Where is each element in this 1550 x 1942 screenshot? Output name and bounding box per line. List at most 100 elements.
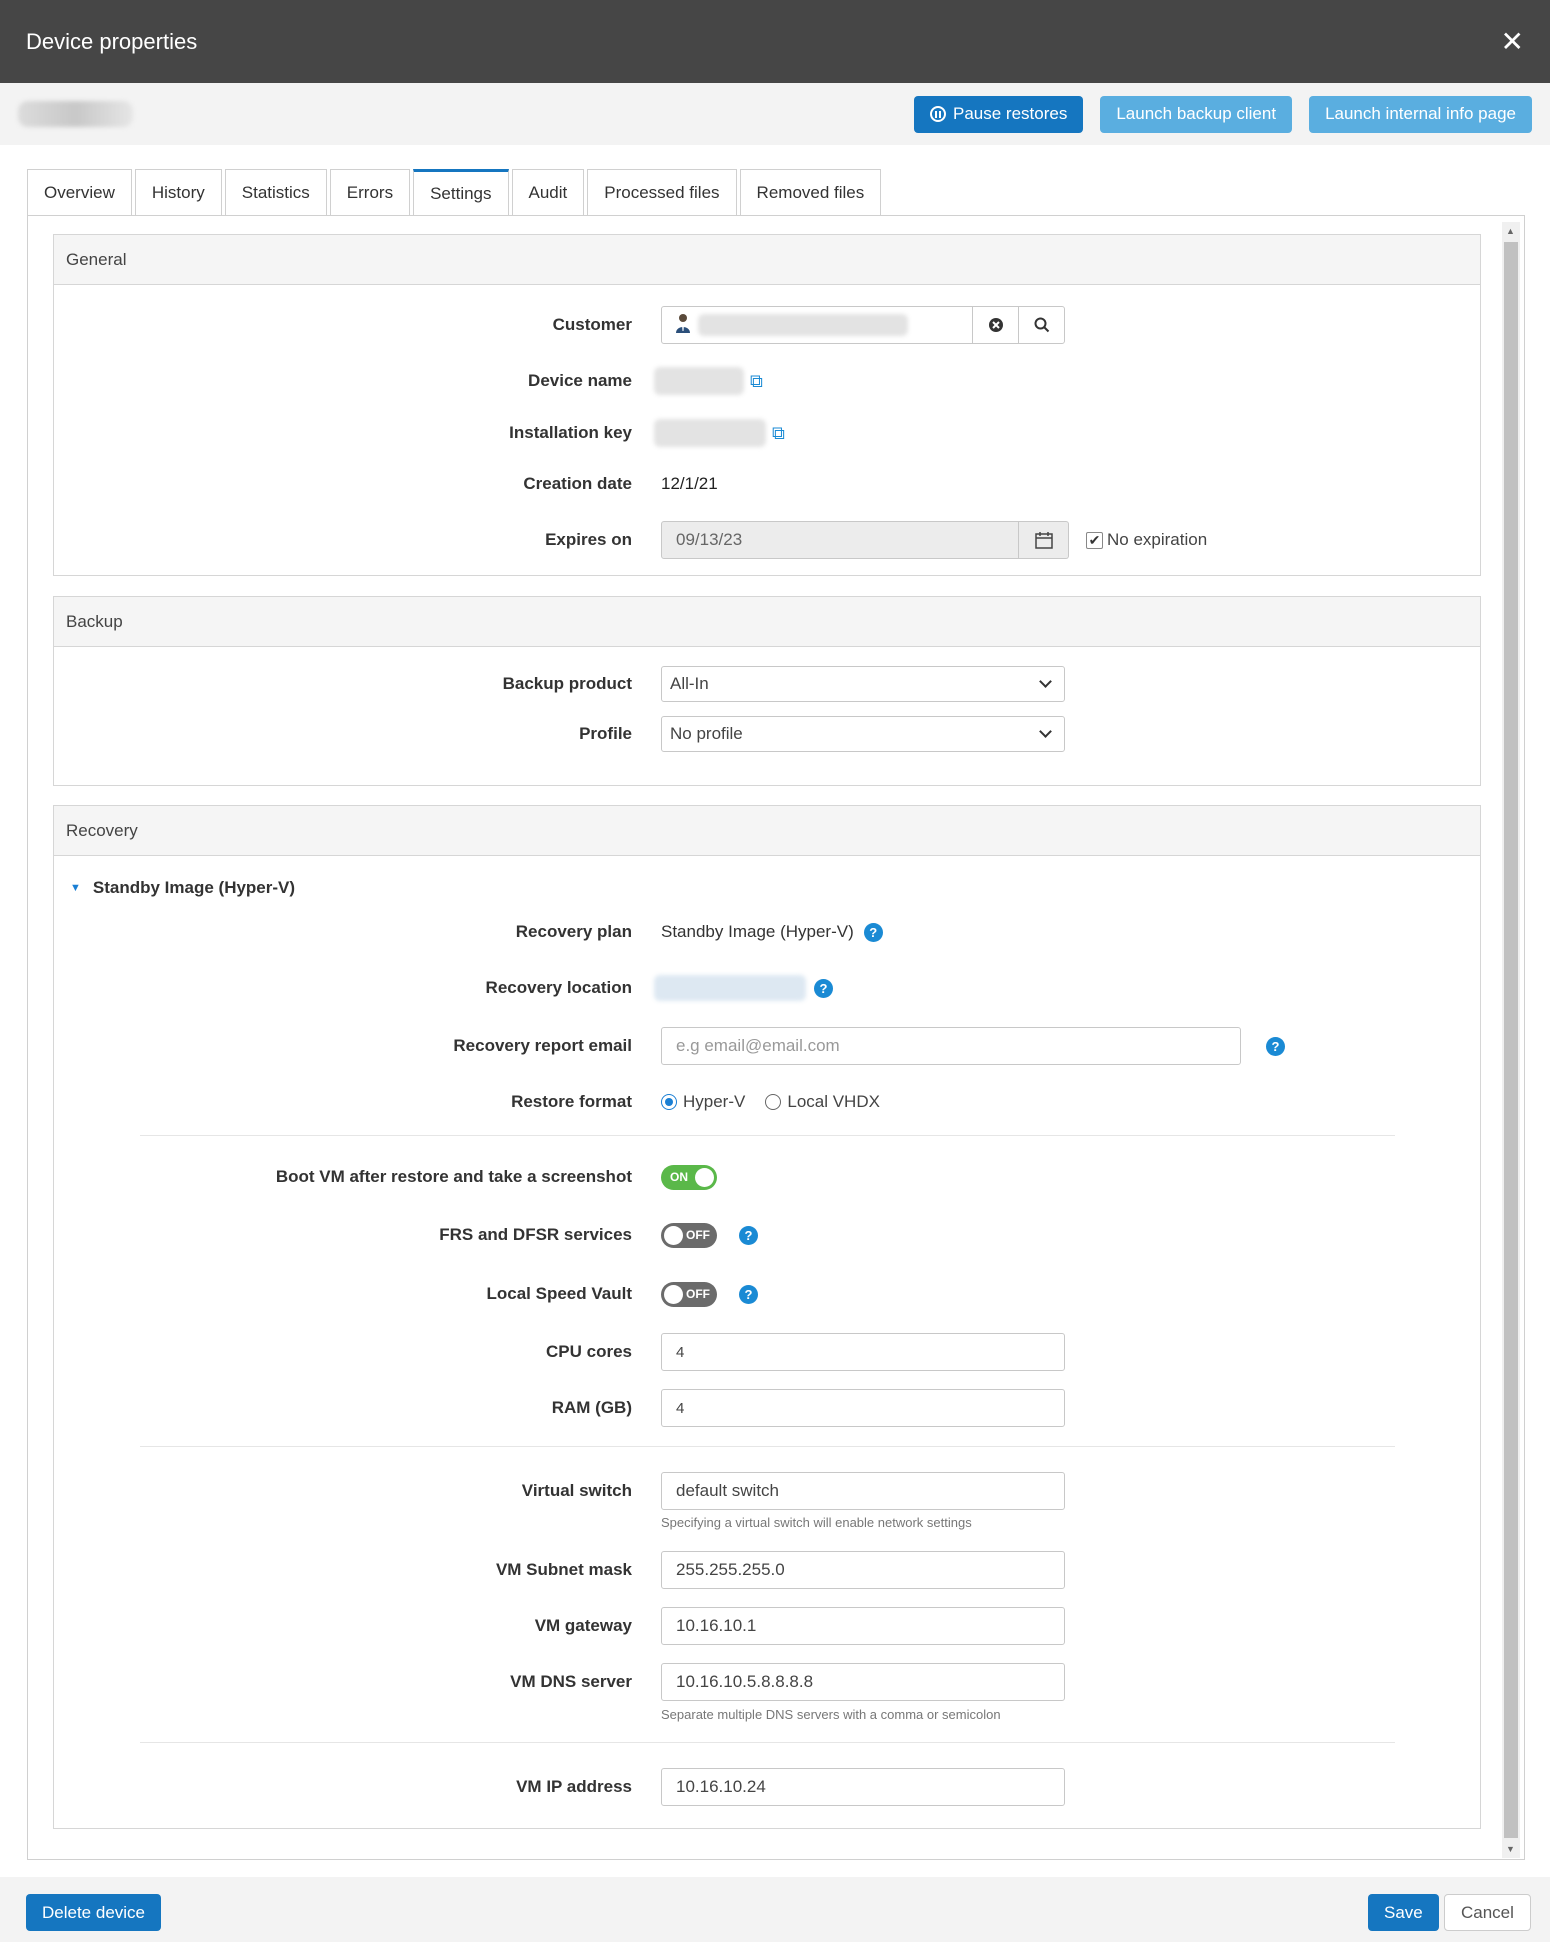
customer-field[interactable] [661, 306, 1065, 344]
recovery-section-title: Recovery [54, 806, 1480, 856]
backup-product-select[interactable]: All-In [661, 666, 1065, 702]
customer-row: Customer [54, 306, 1480, 344]
virtual-switch-hint: Specifying a virtual switch will enable … [661, 1515, 972, 1530]
help-icon[interactable]: ? [1266, 1036, 1285, 1056]
boot-vm-label: Boot VM after restore and take a screens… [275, 1167, 632, 1186]
pause-icon [929, 106, 946, 122]
gateway-row: VM gateway 10.16.10.1 [54, 1607, 1480, 1645]
standby-image-header[interactable]: ▼ Standby Image (Hyper-V) [70, 873, 1496, 903]
local-speed-vault-label: Local Speed Vault [486, 1284, 633, 1303]
customer-label: Customer [552, 315, 632, 334]
recovery-location-label: Recovery location [485, 978, 632, 997]
chevron-down-icon [1039, 725, 1052, 738]
clear-icon [988, 318, 1003, 332]
general-section-title: General [54, 235, 1480, 285]
tab-audit[interactable]: Audit [511, 169, 585, 215]
delete-device-button[interactable]: Delete device [26, 1894, 162, 1931]
device-toolbar: Pause restores Launch backup client Laun… [0, 83, 1550, 145]
save-button[interactable]: Save [1368, 1894, 1439, 1931]
ram-input[interactable]: 4 [661, 1389, 1065, 1427]
pause-restores-button[interactable]: Pause restores [913, 95, 1084, 133]
scroll-up-icon[interactable]: ▲ [1506, 226, 1515, 236]
tab-processed-files[interactable]: Processed files [587, 169, 737, 215]
launch-backup-client-button[interactable]: Launch backup client [1100, 95, 1293, 133]
settings-panel: ▲ ▼ General Customer Device name ⧉ Insta… [27, 215, 1525, 1860]
search-customer-button[interactable] [1018, 307, 1064, 343]
device-name-redacted [18, 101, 133, 127]
recovery-email-input[interactable]: e.g email@email.com [661, 1027, 1241, 1065]
tab-overview[interactable]: Overview [27, 169, 132, 215]
clear-customer-button[interactable] [972, 307, 1018, 343]
backup-product-row: Backup product All-In [54, 666, 1480, 702]
subnet-mask-input[interactable]: 255.255.255.0 [661, 1551, 1065, 1589]
restore-format-vhdx-radio[interactable] [765, 1094, 782, 1110]
ram-row: RAM (GB) 4 [54, 1389, 1480, 1427]
virtual-switch-row: Virtual switch default switch [54, 1472, 1480, 1510]
ip-address-label: VM IP address [516, 1777, 632, 1796]
tab-errors[interactable]: Errors [329, 169, 411, 215]
restore-format-hyperv-radio[interactable] [661, 1094, 677, 1110]
tab-statistics[interactable]: Statistics [224, 169, 327, 215]
help-icon[interactable]: ? [739, 1284, 758, 1304]
ram-label: RAM (GB) [551, 1398, 632, 1417]
frs-dfsr-toggle[interactable]: OFF [661, 1222, 717, 1248]
restore-format-label: Restore format [511, 1092, 632, 1111]
general-section: General Customer Device name ⧉ Installat… [53, 234, 1481, 576]
subnet-mask-label: VM Subnet mask [495, 1560, 632, 1579]
expand-caret-icon[interactable]: ▼ [70, 882, 81, 894]
close-icon[interactable]: ✕ [1501, 27, 1524, 56]
profile-label: Profile [579, 724, 632, 743]
tab-settings[interactable]: Settings [413, 169, 509, 216]
installation-key-redacted [654, 419, 766, 447]
recovery-email-row: Recovery report email e.g email@email.co… [54, 1027, 1480, 1065]
calendar-button[interactable] [1019, 521, 1069, 559]
expires-date-input[interactable]: 09/13/23 [661, 521, 1019, 559]
customer-avatar-icon [674, 313, 692, 338]
frs-dfsr-row: FRS and DFSR services OFF ? [54, 1220, 1480, 1250]
backup-section: Backup Backup product All-In Profile No … [53, 596, 1481, 786]
cpu-cores-label: CPU cores [546, 1342, 632, 1361]
launch-internal-info-button[interactable]: Launch internal info page [1309, 95, 1532, 133]
cpu-cores-input[interactable]: 4 [661, 1333, 1065, 1371]
vertical-scrollbar[interactable]: ▲ ▼ [1502, 222, 1520, 1858]
restore-format-vhdx-label: Local VHDX [787, 1092, 880, 1111]
restore-format-row: Restore format Hyper-V Local VHDX [54, 1087, 1480, 1117]
creation-date-row: Creation date 12/1/21 [54, 465, 1480, 503]
help-icon[interactable]: ? [814, 978, 833, 998]
cpu-cores-row: CPU cores 4 [54, 1333, 1480, 1371]
copy-device-name-icon[interactable]: ⧉ [750, 371, 763, 392]
copy-installation-key-icon[interactable]: ⧉ [772, 423, 785, 444]
virtual-switch-label: Virtual switch [521, 1481, 632, 1500]
creation-date-label: Creation date [523, 474, 632, 493]
scrollbar-thumb[interactable] [1504, 242, 1518, 1838]
device-name-row: Device name ⧉ [54, 362, 1480, 400]
help-icon[interactable]: ? [739, 1225, 758, 1245]
scroll-down-icon[interactable]: ▼ [1506, 1844, 1515, 1854]
local-speed-vault-toggle[interactable]: OFF [661, 1281, 717, 1307]
ip-address-input[interactable]: 10.16.10.24 [661, 1768, 1065, 1806]
installation-key-label: Installation key [509, 423, 632, 442]
virtual-switch-input[interactable]: default switch [661, 1472, 1065, 1510]
ip-address-row: VM IP address 10.16.10.24 [54, 1768, 1480, 1806]
dialog-titlebar: Device properties ✕ [0, 0, 1550, 83]
local-speed-vault-row: Local Speed Vault OFF ? [54, 1279, 1480, 1309]
no-expiration-checkbox[interactable]: ✔ [1086, 531, 1103, 549]
device-name-redacted-value [654, 367, 744, 395]
boot-vm-row: Boot VM after restore and take a screens… [54, 1162, 1480, 1192]
search-icon [1034, 317, 1049, 333]
profile-select[interactable]: No profile [661, 716, 1065, 752]
dns-server-label: VM DNS server [510, 1672, 632, 1691]
help-icon[interactable]: ? [863, 922, 883, 942]
cancel-button[interactable]: Cancel [1444, 1894, 1531, 1931]
tab-history[interactable]: History [134, 169, 222, 215]
gateway-input[interactable]: 10.16.10.1 [661, 1607, 1065, 1645]
recovery-plan-row: Recovery plan Standby Image (Hyper-V) ? [54, 917, 1480, 947]
dns-server-input[interactable]: 10.16.10.5.8.8.8.8 [661, 1663, 1065, 1701]
boot-vm-toggle[interactable]: ON [661, 1164, 717, 1190]
dns-server-row: VM DNS server 10.16.10.5.8.8.8.8 [54, 1663, 1480, 1701]
recovery-location-redacted [654, 975, 806, 1001]
customer-name-redacted [698, 314, 908, 336]
tab-removed-files[interactable]: Removed files [739, 169, 882, 215]
expires-label: Expires on [545, 530, 632, 549]
backup-product-label: Backup product [502, 674, 632, 693]
